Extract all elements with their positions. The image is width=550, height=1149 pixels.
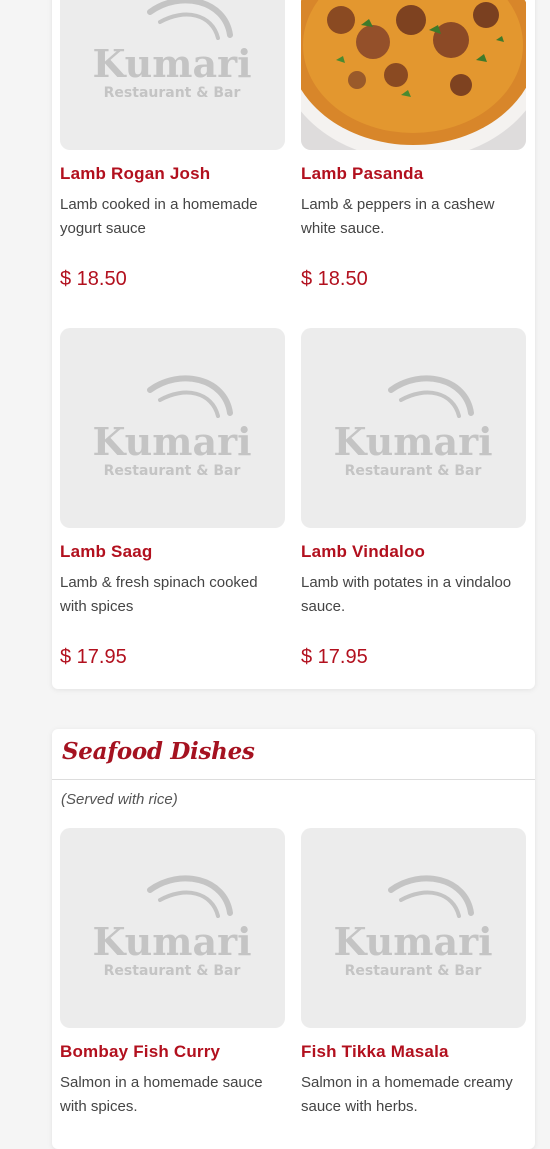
svg-text:Kumari: Kumari — [333, 419, 492, 464]
kumari-logo-placeholder-image: Kumari Restaurant & Bar — [60, 828, 285, 1028]
menu-item-description: Lamb & fresh spinach cooked with spices — [60, 574, 258, 615]
menu-item[interactable]: Kumari Restaurant & Bar Lamb Saag Lamb &… — [60, 328, 286, 669]
svg-text:Restaurant & Bar: Restaurant & Bar — [104, 963, 241, 979]
menu-item-description: Lamb & peppers in a cashew white sauce. — [301, 196, 495, 237]
section-note: (Served with rice) — [61, 791, 178, 808]
menu-item-price: $ 17.95 — [301, 646, 368, 668]
kumari-logo-placeholder-image: Kumari Restaurant & Bar — [301, 328, 526, 528]
menu-item[interactable]: Kumari Restaurant & Bar Bombay Fish Curr… — [60, 828, 286, 1119]
menu-item-description: Salmon in a homemade sauce with spices. — [60, 1074, 263, 1115]
menu-item-name[interactable]: Fish Tikka Masala — [301, 1042, 527, 1062]
menu-item[interactable]: Kumari Restaurant & Bar Fish Tikka Masal… — [301, 828, 527, 1119]
svg-text:Restaurant & Bar: Restaurant & Bar — [345, 963, 482, 979]
section-title: Seafood Dishes — [62, 738, 255, 765]
kumari-logo-placeholder-image: Kumari Restaurant & Bar — [301, 828, 526, 1028]
menu-item-description: Salmon in a homemade creamy sauce with h… — [301, 1074, 513, 1115]
svg-text:Restaurant & Bar: Restaurant & Bar — [104, 463, 241, 479]
menu-item-name[interactable]: Lamb Vindaloo — [301, 542, 527, 562]
menu-item-name[interactable]: Lamb Rogan Josh — [60, 164, 286, 184]
menu-item-price: $ 18.50 — [60, 268, 127, 290]
menu-item[interactable]: Kumari Restaurant & Bar Lamb Rogan Josh … — [60, 0, 286, 291]
svg-text:Restaurant & Bar: Restaurant & Bar — [345, 463, 482, 479]
seafood-dishes-card: Seafood Dishes (Served with rice) Kumari… — [52, 729, 535, 1149]
menu-item-price: $ 18.50 — [301, 268, 368, 290]
menu-item-description: Lamb cooked in a homemade yogurt sauce — [60, 196, 258, 237]
lamb-dishes-card: Kumari Restaurant & Bar Lamb Rogan Josh … — [52, 0, 535, 689]
svg-text:Kumari: Kumari — [333, 919, 492, 964]
menu-item-description: Lamb with potates in a vindaloo sauce. — [301, 574, 512, 615]
menu-item-name[interactable]: Lamb Saag — [60, 542, 286, 562]
svg-text:Kumari: Kumari — [92, 419, 251, 464]
kumari-logo-placeholder-image: Kumari Restaurant & Bar — [60, 328, 285, 528]
svg-text:Kumari: Kumari — [92, 41, 251, 86]
svg-text:Kumari: Kumari — [92, 919, 251, 964]
section-header: Seafood Dishes — [52, 729, 535, 780]
lamb-curry-photo — [301, 0, 526, 150]
menu-item-name[interactable]: Lamb Pasanda — [301, 164, 527, 184]
menu-item-price: $ 17.95 — [60, 646, 127, 668]
svg-text:Restaurant & Bar: Restaurant & Bar — [104, 85, 241, 101]
menu-item[interactable]: Lamb Pasanda Lamb & peppers in a cashew … — [301, 0, 527, 291]
menu-item-name[interactable]: Bombay Fish Curry — [60, 1042, 286, 1062]
menu-item[interactable]: Kumari Restaurant & Bar Lamb Vindaloo La… — [301, 328, 527, 669]
kumari-logo-placeholder-image: Kumari Restaurant & Bar — [60, 0, 285, 150]
